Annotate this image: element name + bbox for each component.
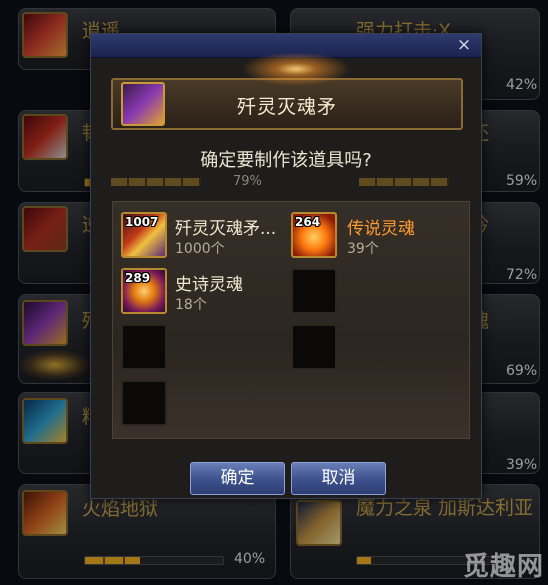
empty-material-slot[interactable] bbox=[291, 324, 337, 370]
material-stack-count: 289 bbox=[125, 271, 151, 285]
glow-effect bbox=[241, 52, 351, 86]
confirm-question: 确定要制作该道具吗? bbox=[200, 150, 372, 171]
material-stack-count: 264 bbox=[295, 215, 321, 229]
crafted-item-name: 歼灵灭魂矛 bbox=[236, 96, 337, 118]
hidden-progress-bar bbox=[111, 178, 201, 186]
site-watermark: 觅趣网 bbox=[462, 552, 544, 582]
material-required-qty: 1000个 bbox=[175, 241, 225, 257]
hidden-progress-text: 79% bbox=[233, 174, 262, 189]
craft-confirm-dialog: × 歼灵灭魂矛 确定要制作该道具吗? 79% 1007 歼灵灭魂矛... 100… bbox=[90, 33, 482, 499]
empty-material-slot[interactable] bbox=[291, 268, 337, 314]
material-slot[interactable]: 1007 bbox=[121, 212, 167, 258]
material-required-qty: 18个 bbox=[175, 297, 207, 313]
material-stack-count: 1007 bbox=[125, 215, 159, 229]
material-required-qty: 39个 bbox=[347, 241, 379, 257]
material-slot[interactable]: 264 bbox=[291, 212, 337, 258]
hidden-progress-bar bbox=[359, 178, 449, 186]
material-name: 史诗灵魂 bbox=[175, 275, 243, 295]
materials-panel: 1007 歼灵灭魂矛... 1000个 264 传说灵魂 39个 289 史诗灵… bbox=[112, 201, 470, 439]
material-name: 歼灵灭魂矛... bbox=[175, 219, 277, 239]
material-name: 传说灵魂 bbox=[347, 219, 415, 239]
empty-material-slot[interactable] bbox=[121, 380, 167, 426]
confirm-button[interactable]: 确定 bbox=[190, 462, 285, 495]
material-slot[interactable]: 289 bbox=[121, 268, 167, 314]
cancel-button[interactable]: 取消 bbox=[291, 462, 386, 495]
close-icon[interactable]: × bbox=[455, 36, 473, 54]
empty-material-slot[interactable] bbox=[121, 324, 167, 370]
